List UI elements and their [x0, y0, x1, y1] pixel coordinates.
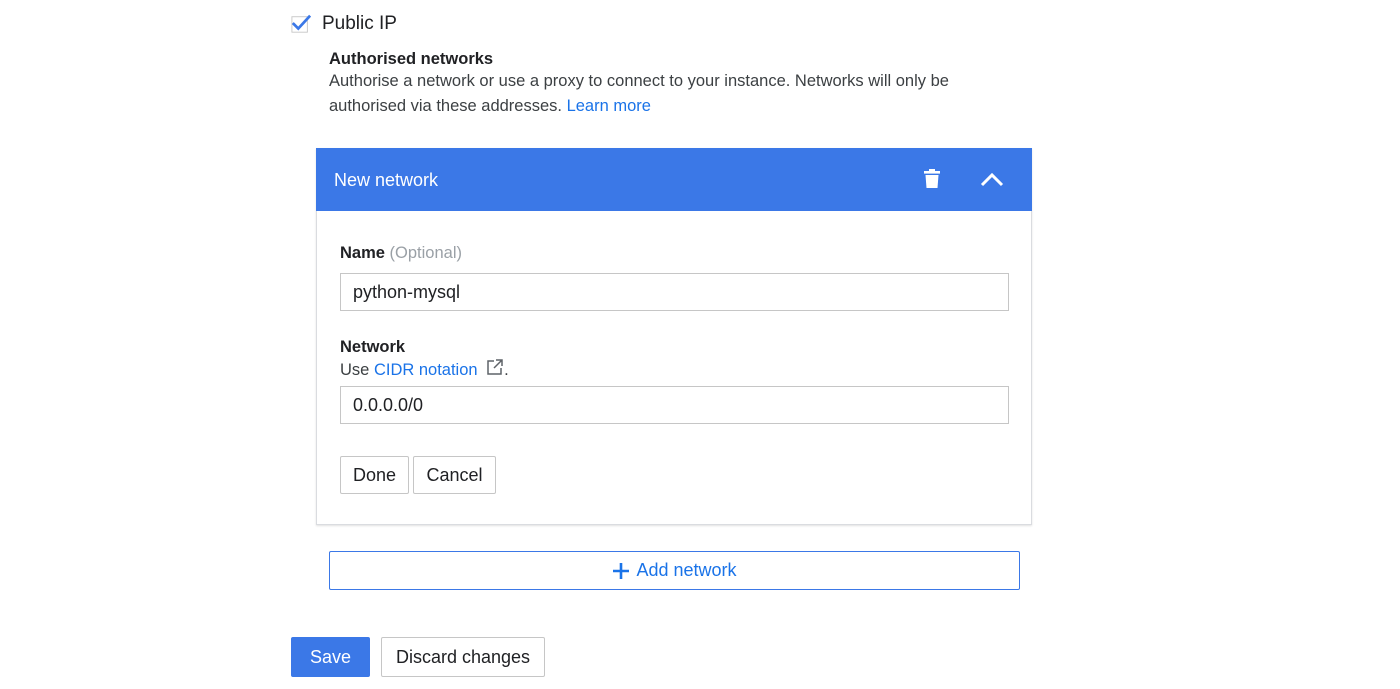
add-network-label: Add network: [636, 560, 737, 580]
learn-more-link[interactable]: Learn more: [567, 97, 651, 115]
name-input[interactable]: [340, 273, 1009, 311]
chevron-up-icon: [980, 172, 1004, 187]
authorised-networks-description: Authorise a network or use a proxy to co…: [329, 69, 1009, 119]
done-button[interactable]: Done: [340, 456, 409, 494]
trash-icon: [924, 169, 940, 188]
authorised-networks-title: Authorised networks: [329, 50, 494, 68]
check-icon: [291, 14, 311, 33]
network-card-header[interactable]: New network: [316, 148, 1032, 211]
save-button[interactable]: Save: [291, 637, 370, 677]
discard-changes-button[interactable]: Discard changes: [381, 637, 545, 677]
name-optional-hint: (Optional): [389, 244, 462, 262]
add-network-button[interactable]: Add network: [329, 551, 1020, 590]
name-label: Name (Optional): [340, 243, 462, 263]
network-input[interactable]: [340, 386, 1009, 424]
external-link-icon: [487, 359, 503, 375]
name-label-text: Name: [340, 244, 385, 262]
network-helper-prefix: Use: [340, 361, 370, 379]
network-helper: Use CIDR notation .: [340, 358, 509, 380]
public-ip-checkbox[interactable]: [291, 14, 311, 34]
new-network-card: New network Name (Optional) Network Use …: [316, 148, 1032, 525]
public-ip-label: Public IP: [322, 13, 397, 34]
network-helper-suffix: .: [504, 361, 509, 379]
collapse-button[interactable]: [976, 164, 1008, 196]
cidr-notation-text: CIDR notation: [373, 361, 478, 379]
network-card-title: New network: [334, 170, 439, 190]
network-label: Network: [340, 338, 406, 356]
plus-icon: [612, 562, 630, 580]
cidr-notation-link[interactable]: CIDR notation: [373, 359, 504, 379]
delete-network-button[interactable]: [916, 163, 948, 195]
cancel-button[interactable]: Cancel: [413, 456, 496, 494]
